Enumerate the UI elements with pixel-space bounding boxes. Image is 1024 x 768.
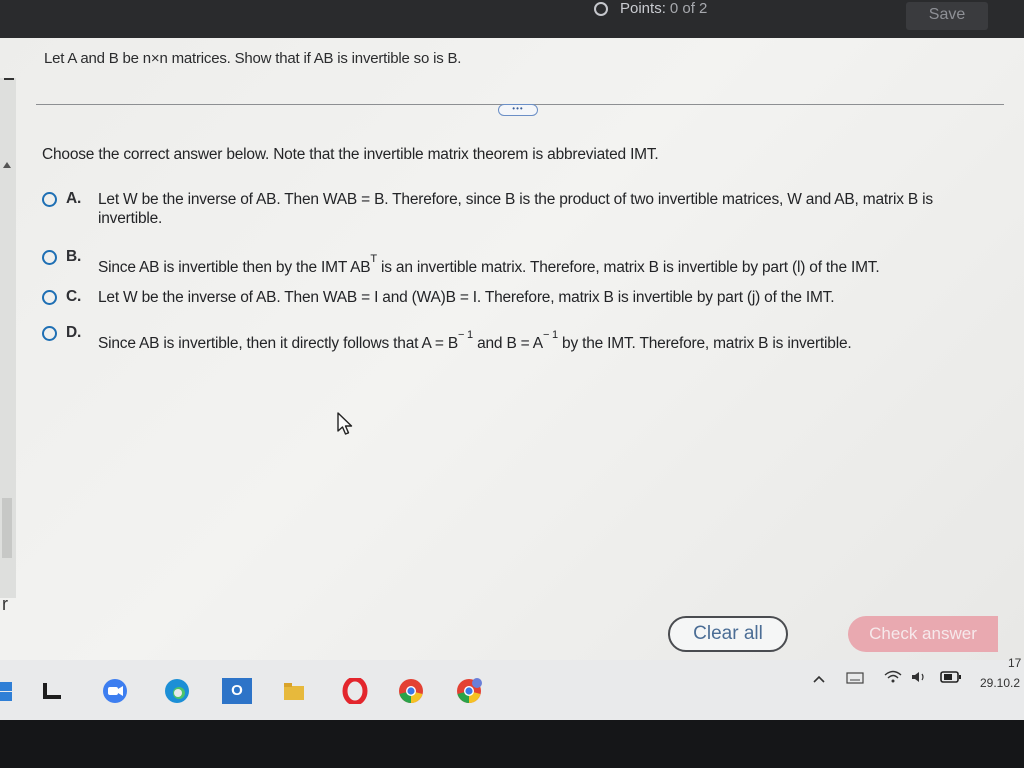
option-b[interactable]: B. Since AB is invertible then by the IM… (42, 248, 992, 277)
option-d-letter: D. (66, 324, 82, 341)
file-explorer-icon[interactable] (40, 678, 66, 704)
option-b-letter: B. (66, 248, 82, 265)
battery-icon[interactable] (940, 670, 962, 684)
zoom-icon[interactable] (102, 678, 128, 704)
option-b-text-part1: Since AB is invertible then by the IMT A… (98, 259, 371, 277)
option-d-text-part3: by the IMT. Therefore, matrix B is inver… (557, 335, 852, 353)
widgets-icon[interactable] (0, 678, 14, 704)
monitor-bezel (0, 720, 1024, 768)
clear-all-button[interactable]: Clear all (668, 616, 788, 652)
expand-more-button[interactable]: ••• (498, 104, 538, 116)
option-d-text-part1: Since AB is invertible, then it directly… (98, 335, 458, 353)
instruction-text: Choose the correct answer below. Note th… (42, 146, 659, 163)
points-label: Points: (620, 0, 666, 17)
screen: Points: 0 of 2 Save Let A and B be n×n m… (0, 0, 1024, 768)
edge-icon[interactable] (164, 678, 190, 704)
outlook-icon[interactable]: O (222, 678, 252, 704)
option-b-text-part2: is an invertible matrix. Therefore, matr… (376, 259, 880, 277)
keyboard-icon[interactable] (846, 672, 864, 684)
left-scroll-rail[interactable] (0, 78, 16, 598)
opera-icon[interactable] (342, 678, 368, 704)
scroll-thumb[interactable] (2, 498, 12, 558)
option-b-radio[interactable] (42, 250, 57, 265)
chevron-up-icon[interactable] (812, 674, 826, 684)
question-panel: Let A and B be n×n matrices. Show that i… (0, 38, 1024, 660)
option-c[interactable]: C. Let W be the inverse of AB. Then WAB … (42, 288, 992, 310)
chrome-profile-icon[interactable] (456, 678, 482, 704)
save-button[interactable]: Save (906, 2, 988, 30)
tray-date[interactable]: 29.10.2 (980, 676, 1020, 690)
option-d-superscript-2: − 1 (542, 329, 558, 341)
option-a[interactable]: A. Let W be the inverse of AB. Then WAB … (42, 190, 992, 230)
mouse-cursor-icon (337, 412, 353, 435)
option-d-text-part2: and B = A (472, 335, 543, 353)
points-status: Points: 0 of 2 (594, 0, 707, 17)
edge-letter: r (2, 594, 8, 614)
option-c-letter: C. (66, 288, 82, 305)
check-answer-button[interactable]: Check answer (848, 616, 998, 652)
option-d-text: Since AB is invertible, then it directly… (98, 329, 988, 353)
question-text: Let A and B be n×n matrices. Show that i… (44, 50, 462, 67)
wifi-icon[interactable] (884, 670, 902, 684)
option-a-letter: A. (66, 190, 82, 207)
option-a-radio[interactable] (42, 192, 57, 207)
volume-icon[interactable] (910, 670, 928, 684)
option-d-radio[interactable] (42, 326, 57, 341)
option-c-text: Let W be the inverse of AB. Then WAB = I… (98, 289, 835, 306)
scroll-up-arrow-icon[interactable] (3, 162, 11, 168)
option-d-superscript-1: − 1 (457, 329, 473, 341)
folder-icon[interactable] (282, 678, 308, 704)
option-b-superscript: T (370, 253, 377, 265)
rail-mark (4, 78, 14, 80)
taskbar: O 17 29.10.2 (0, 656, 1024, 720)
points-value: 0 of 2 (669, 0, 708, 17)
points-ring-icon (594, 1, 608, 16)
chrome-icon[interactable] (398, 678, 424, 704)
tray-time[interactable]: 17 (1008, 656, 1021, 670)
option-a-text: Let W be the inverse of AB. Then WAB = B… (98, 191, 933, 227)
option-c-radio[interactable] (42, 290, 57, 305)
option-b-text: Since AB is invertible then by the IMT A… (98, 253, 988, 277)
option-d[interactable]: D. Since AB is invertible, then it direc… (42, 324, 992, 352)
top-bar: Points: 0 of 2 Save (0, 0, 1024, 38)
